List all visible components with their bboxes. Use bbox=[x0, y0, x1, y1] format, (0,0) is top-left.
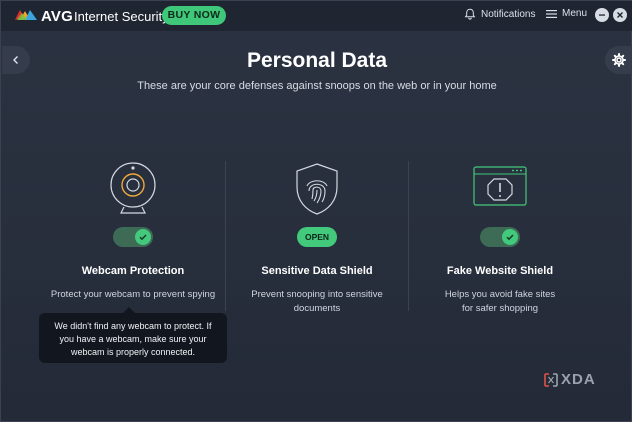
notifications-button[interactable]: Notifications bbox=[464, 8, 535, 20]
open-button[interactable]: OPEN bbox=[297, 227, 337, 247]
feature-name: Fake Website Shield bbox=[446, 265, 554, 277]
sensitive-data-shield-card: OPEN Sensitive Data Shield Prevent snoop… bbox=[227, 161, 407, 316]
page-subtitle: These are your core defenses against sno… bbox=[137, 80, 497, 92]
minimize-icon bbox=[599, 14, 605, 16]
feature-description: Protect your webcam to prevent spying bbox=[50, 289, 216, 300]
browser-warning-icon bbox=[473, 166, 527, 206]
app-window: AVG Internet Security BUY NOW Notificati… bbox=[0, 0, 632, 422]
column-divider bbox=[225, 161, 226, 311]
menu-label: Menu bbox=[562, 8, 588, 19]
fake-website-shield-card: Fake Website Shield Helps you avoid fake… bbox=[410, 161, 590, 316]
fingerprint-shield-icon bbox=[296, 163, 338, 215]
avg-logo-icon bbox=[15, 10, 37, 20]
webcam-tooltip: We didn't find any webcam to protect. If… bbox=[39, 307, 227, 363]
notifications-label: Notifications bbox=[481, 8, 536, 20]
checkmark-icon bbox=[135, 229, 151, 245]
xda-watermark: XDA bbox=[544, 371, 596, 388]
brand-name: AVG bbox=[41, 8, 73, 25]
title-bar: AVG Internet Security BUY NOW Notificati… bbox=[1, 1, 632, 31]
feature-description: Prevent snooping into sensitive document… bbox=[251, 289, 383, 314]
menu-button[interactable]: Menu bbox=[546, 8, 587, 19]
bell-icon bbox=[464, 8, 476, 20]
webcam-protection-toggle[interactable] bbox=[113, 227, 153, 247]
minimize-button[interactable] bbox=[595, 8, 609, 22]
xda-logo-icon bbox=[544, 372, 558, 387]
fake-website-shield-toggle[interactable] bbox=[480, 227, 520, 247]
page-title: Personal Data bbox=[246, 49, 388, 72]
feature-description: Helps you avoid fake sites for safer sho… bbox=[444, 289, 556, 314]
webcam-protection-card: Webcam Protection Protect your webcam to… bbox=[43, 161, 223, 302]
column-divider bbox=[408, 161, 409, 311]
hamburger-icon bbox=[546, 9, 557, 18]
checkmark-icon bbox=[502, 229, 518, 245]
product-name: Internet Security bbox=[74, 9, 169, 24]
buy-now-button[interactable]: BUY NOW bbox=[162, 6, 226, 25]
close-button[interactable] bbox=[613, 8, 627, 22]
close-icon bbox=[617, 12, 623, 18]
feature-name: Sensitive Data Shield bbox=[261, 265, 373, 277]
watermark-text: XDA bbox=[561, 371, 596, 388]
feature-name: Webcam Protection bbox=[81, 265, 185, 277]
webcam-icon bbox=[110, 162, 156, 214]
